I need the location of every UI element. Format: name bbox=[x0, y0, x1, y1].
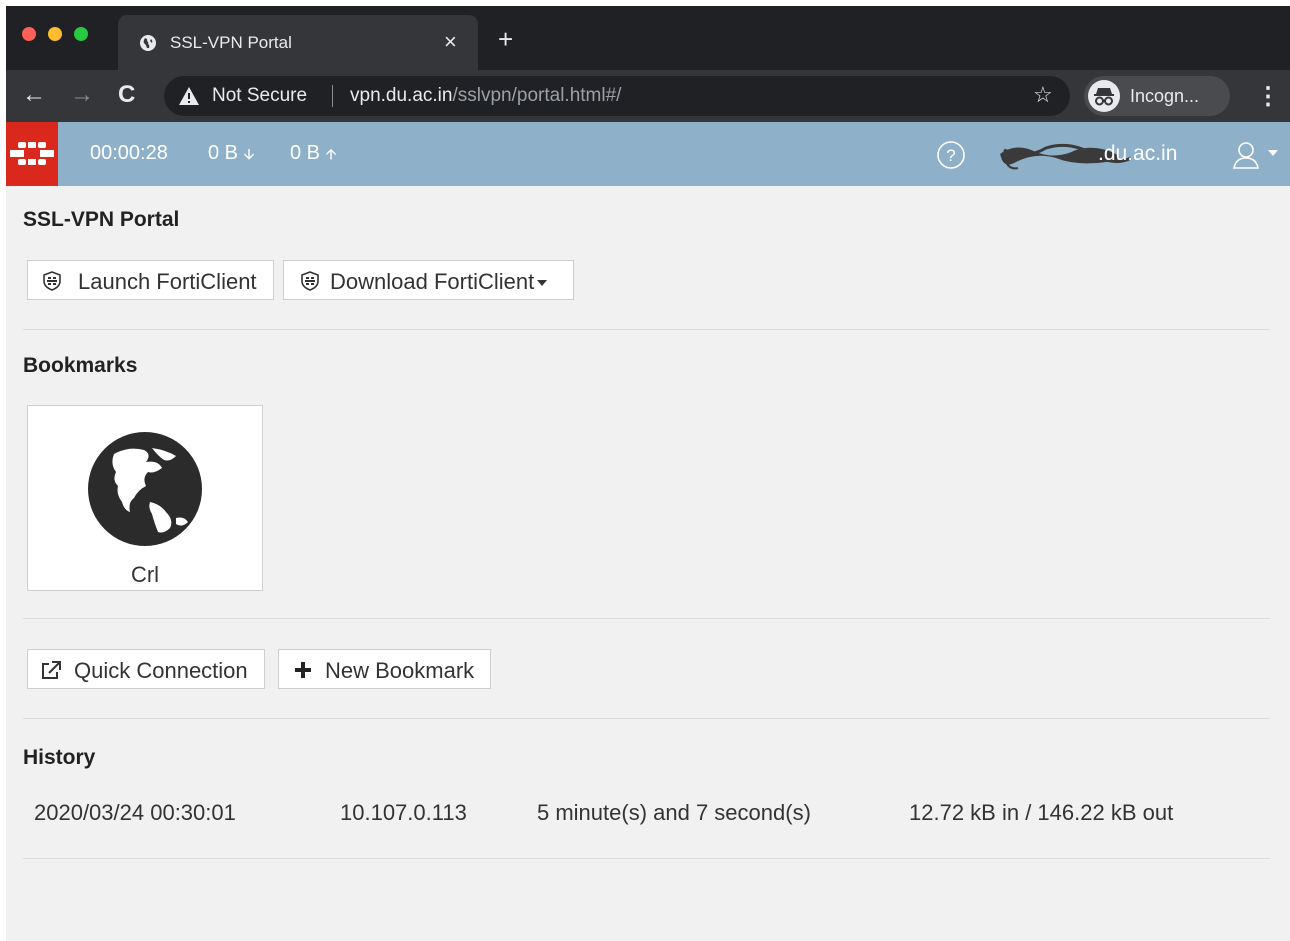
bookmark-star-icon[interactable]: ☆ bbox=[1033, 82, 1053, 108]
browser-menu-button[interactable]: ⋮ bbox=[1256, 82, 1280, 111]
portal-heading: SSL-VPN Portal bbox=[23, 208, 180, 231]
download-arrow-icon: 🡫 bbox=[243, 146, 255, 163]
bytes-received-value: 0 B bbox=[208, 142, 239, 164]
url-text[interactable]: vpn.du.ac.in/sslvpn/portal.html#/ bbox=[350, 85, 621, 107]
bytes-sent: 0 B 🡩 bbox=[290, 142, 336, 169]
bookmark-tile[interactable]: Crl bbox=[27, 405, 263, 591]
address-bar[interactable]: Not Secure vpn.du.ac.in/sslvpn/portal.ht… bbox=[164, 76, 1070, 116]
session-timer: 00:00:28 bbox=[90, 142, 168, 164]
browser-toolbar: ← → C Not Secure vpn.du.ac.in/sslvpn/por… bbox=[6, 70, 1290, 122]
external-link-icon bbox=[42, 661, 61, 679]
zoom-window-button[interactable] bbox=[74, 27, 88, 41]
help-icon[interactable]: ? bbox=[936, 140, 966, 170]
divider bbox=[23, 329, 1270, 330]
bookmark-label: Crl bbox=[130, 562, 160, 587]
tab-ssl-vpn-portal[interactable]: SSL-VPN Portal × bbox=[118, 15, 478, 70]
user-menu-caret-icon[interactable] bbox=[1268, 150, 1278, 156]
divider bbox=[23, 858, 1270, 859]
omnibox-divider bbox=[332, 85, 333, 107]
history-ip: 10.107.0.113 bbox=[340, 800, 467, 825]
tab-strip: SSL-VPN Portal × + bbox=[6, 6, 1290, 70]
quick-connection-label: Quick Connection bbox=[74, 658, 248, 683]
url-host: vpn.du.ac.in bbox=[350, 85, 453, 106]
new-tab-button[interactable]: + bbox=[498, 26, 513, 52]
upload-arrow-icon: 🡩 bbox=[325, 146, 337, 163]
history-time: 2020/03/24 00:30:01 bbox=[34, 800, 236, 825]
download-forticlient-text: Download FortiClient bbox=[330, 269, 535, 294]
forward-button[interactable]: → bbox=[70, 82, 94, 108]
back-button[interactable]: ← bbox=[22, 82, 46, 108]
minimize-window-button[interactable] bbox=[48, 27, 62, 41]
divider bbox=[23, 718, 1270, 719]
reload-button[interactable]: C bbox=[118, 82, 135, 108]
new-bookmark-label: New Bookmark bbox=[325, 658, 475, 683]
history-heading: History bbox=[23, 746, 96, 769]
user-icon[interactable] bbox=[1232, 140, 1260, 170]
username-label[interactable]: .du.ac.in bbox=[1098, 142, 1177, 166]
new-bookmark-button[interactable]: New Bookmark bbox=[278, 649, 491, 689]
bookmarks-heading: Bookmarks bbox=[23, 354, 138, 377]
fortinet-logo bbox=[6, 122, 58, 186]
profile-label: Incogn... bbox=[1130, 86, 1200, 106]
download-forticlient-dropdown[interactable]: Download FortiClient bbox=[283, 260, 574, 300]
browser-window: SSL-VPN Portal × + ← → C Not Secure vpn.… bbox=[6, 6, 1290, 941]
url-path: /sslvpn/portal.html#/ bbox=[452, 85, 622, 106]
close-window-button[interactable] bbox=[22, 27, 36, 41]
divider bbox=[23, 618, 1270, 619]
plus-icon bbox=[295, 662, 311, 678]
bytes-received: 0 B 🡫 bbox=[208, 142, 254, 169]
warning-icon bbox=[179, 87, 199, 105]
history-duration: 5 minute(s) and 7 second(s) bbox=[537, 800, 811, 825]
tab-title: SSL-VPN Portal bbox=[170, 33, 292, 52]
quick-connection-button[interactable]: Quick Connection bbox=[27, 649, 265, 689]
help-glyph: ? bbox=[946, 146, 955, 165]
globe-icon bbox=[88, 432, 202, 546]
forticlient-shield-icon bbox=[43, 271, 61, 291]
bytes-sent-value: 0 B bbox=[290, 142, 321, 164]
vpn-header-bar: 00:00:28 0 B 🡫 0 B 🡩 ? .du.ac.in bbox=[6, 122, 1290, 186]
download-forticlient-label: Download FortiClient bbox=[330, 269, 548, 295]
fortinet-logo-icon bbox=[10, 142, 54, 165]
forticlient-shield-icon bbox=[301, 271, 319, 291]
launch-forticlient-button[interactable]: Launch FortiClient bbox=[27, 260, 274, 300]
incognito-profile-button[interactable]: Incogn... bbox=[1084, 76, 1230, 116]
history-traffic: 12.72 kB in / 146.22 kB out bbox=[909, 800, 1174, 825]
incognito-icon bbox=[1088, 80, 1120, 112]
globe-icon bbox=[140, 35, 156, 51]
security-status-label[interactable]: Not Secure bbox=[212, 85, 307, 107]
tab-close-button[interactable]: × bbox=[444, 29, 457, 55]
launch-forticlient-label: Launch FortiClient bbox=[78, 269, 257, 294]
caret-down-icon bbox=[537, 280, 548, 287]
